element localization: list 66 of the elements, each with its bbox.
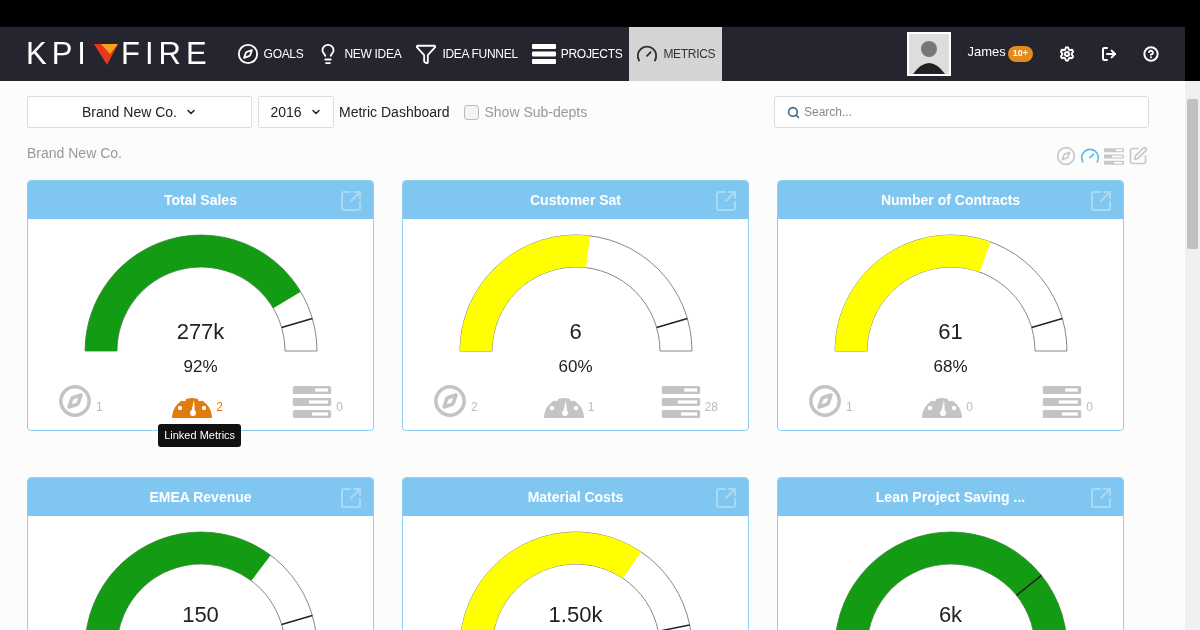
card-title: Total Sales [164, 190, 237, 210]
funnel-icon [415, 43, 438, 65]
search-icon [787, 105, 800, 119]
page-title: Metric Dashboard [339, 102, 450, 122]
company-dropdown[interactable]: Brand New Co. [27, 96, 252, 128]
logout-icon[interactable] [1101, 46, 1117, 62]
year-dropdown[interactable]: 2016 [258, 96, 334, 128]
flame-icon [92, 41, 119, 67]
link-count: 2 [216, 399, 223, 416]
metric-value: 6 [569, 321, 582, 343]
breadcrumb: Brand New Co. [27, 143, 122, 163]
compass-icon [236, 43, 259, 65]
link-count: 1 [846, 399, 853, 416]
list-icon [1104, 147, 1124, 165]
metric-value: 150 [182, 604, 219, 626]
card-title: Customer Sat [530, 190, 621, 210]
nav-tab[interactable]: IDEA FUNNEL [408, 27, 525, 81]
compass-icon[interactable] [58, 384, 92, 418]
settings-icon[interactable] [1059, 46, 1075, 62]
logo: KPI FIRE [26, 34, 212, 73]
edit-icon[interactable] [1128, 146, 1148, 166]
search-field[interactable]: Search... [774, 96, 1149, 128]
metric-value: 277k [176, 321, 225, 343]
card-title: Material Costs [527, 487, 624, 507]
compass-icon[interactable] [433, 384, 467, 418]
nav-tab[interactable]: METRICS [629, 27, 723, 81]
notification-badge: 10+ [1007, 46, 1033, 62]
link-count: 28 [704, 399, 718, 416]
link-count: 1 [587, 399, 595, 416]
checkbox-label: Show Sub-depts [484, 102, 588, 122]
stack-icon [1042, 386, 1083, 418]
link-count: 0 [966, 399, 973, 416]
card-title: Number of Contracts [880, 190, 1021, 210]
compass-icon[interactable] [1056, 146, 1076, 166]
card-title: EMEA Revenue [149, 487, 252, 507]
open-icon[interactable] [714, 189, 738, 213]
link-count: 0 [336, 399, 343, 416]
metric-percent: 68% [933, 358, 968, 375]
user-name[interactable]: James [967, 42, 1006, 62]
metric-value: 6k [938, 604, 963, 626]
link-count: 1 [96, 399, 103, 416]
open-icon[interactable] [1089, 486, 1113, 510]
search-input[interactable]: Search... [804, 103, 1136, 121]
nav-tab[interactable]: NEW IDEA [310, 27, 409, 81]
stack-icon [531, 44, 556, 64]
open-icon[interactable] [339, 486, 363, 510]
nav-tab[interactable]: PROJECTS [524, 27, 630, 81]
tooltip: Linked Metrics [158, 424, 242, 447]
card-title: Lean Project Saving ... [875, 487, 1026, 507]
nav-tab[interactable]: GOALS [229, 27, 311, 81]
open-icon[interactable] [339, 189, 363, 213]
avatar[interactable] [907, 32, 952, 76]
subdepts-checkbox[interactable] [463, 104, 479, 120]
stack-icon [660, 386, 701, 418]
link-count: 2 [471, 399, 478, 416]
gauge-icon[interactable] [1080, 146, 1100, 166]
open-icon[interactable] [1089, 189, 1113, 213]
metric-value: 1.50k [548, 604, 603, 626]
open-icon[interactable] [714, 486, 738, 510]
metric-percent: 60% [558, 358, 593, 375]
compass-icon[interactable] [808, 384, 842, 418]
metric-percent: 92% [183, 358, 218, 375]
metric-value: 61 [938, 321, 963, 343]
stack-icon [292, 386, 333, 418]
link-count: 0 [1086, 399, 1093, 416]
help-icon[interactable] [1143, 46, 1159, 62]
